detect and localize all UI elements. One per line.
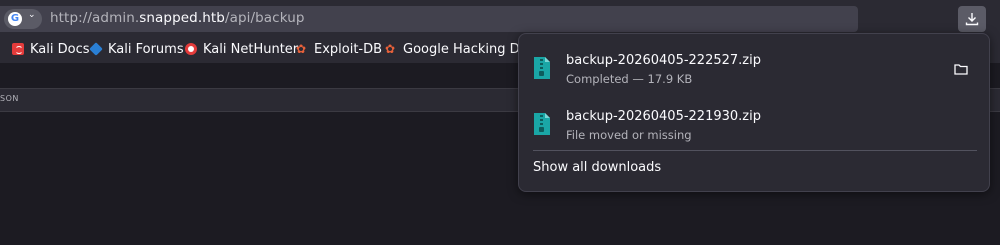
- bookmark-kali-nethunter[interactable]: Kali NetHunter: [185, 40, 298, 58]
- download-item[interactable]: backup-20260405-221930.zip File moved or…: [519, 102, 989, 150]
- bookmark-google-hacking-db[interactable]: ✿ Google Hacking DB: [385, 40, 529, 58]
- navigation-toolbar: G ⌄ http://admin.snapped.htb/api/backup: [0, 0, 1000, 36]
- bookmark-kali-forums[interactable]: Kali Forums: [89, 40, 184, 58]
- kali-docs-icon: [12, 43, 24, 55]
- site-identity-button[interactable]: G ⌄: [4, 9, 42, 29]
- show-in-folder-button[interactable]: [948, 58, 974, 82]
- download-filename: backup-20260405-222527.zip: [566, 53, 761, 68]
- folder-icon: [954, 64, 968, 75]
- downloads-panel: backup-20260405-222527.zip Completed — 1…: [518, 33, 990, 192]
- bookmark-label: Kali Forums: [108, 41, 184, 57]
- download-status: File moved or missing: [566, 128, 692, 142]
- bookmark-label: Kali Docs: [30, 41, 90, 57]
- download-item[interactable]: backup-20260405-222527.zip Completed — 1…: [519, 46, 989, 94]
- google-g-icon: G: [8, 12, 22, 26]
- tab-raw-json[interactable]: SON: [0, 94, 19, 103]
- exploit-db-icon: ✿: [296, 42, 307, 56]
- url-text[interactable]: http://admin.snapped.htb/api/backup: [50, 10, 305, 26]
- zip-file-icon: [534, 113, 550, 135]
- chevron-down-icon: ⌄: [28, 10, 36, 20]
- nethunter-icon: [185, 43, 197, 55]
- bookmark-kali-docs[interactable]: Kali Docs: [12, 40, 90, 58]
- url-path: /api/backup: [224, 10, 305, 26]
- bookmark-label: Exploit-DB: [314, 41, 383, 57]
- download-status: Completed — 17.9 KB: [566, 72, 693, 86]
- panel-divider: [533, 150, 977, 151]
- kali-forums-icon: [89, 42, 103, 56]
- url-scheme: http://admin.: [50, 10, 140, 26]
- download-arrow-icon: [965, 13, 979, 26]
- zip-file-icon: [534, 57, 550, 79]
- downloads-button[interactable]: [958, 6, 986, 32]
- exploit-db-icon: ✿: [385, 42, 396, 56]
- show-all-downloads-button[interactable]: Show all downloads: [533, 160, 661, 175]
- bookmark-label: Google Hacking DB: [403, 41, 529, 57]
- download-filename: backup-20260405-221930.zip: [566, 109, 761, 124]
- bookmark-exploit-db[interactable]: ✿ Exploit-DB: [296, 40, 382, 58]
- bookmark-label: Kali NetHunter: [203, 41, 299, 57]
- url-bar[interactable]: G ⌄ http://admin.snapped.htb/api/backup: [0, 6, 858, 32]
- url-host: snapped.htb: [139, 10, 225, 26]
